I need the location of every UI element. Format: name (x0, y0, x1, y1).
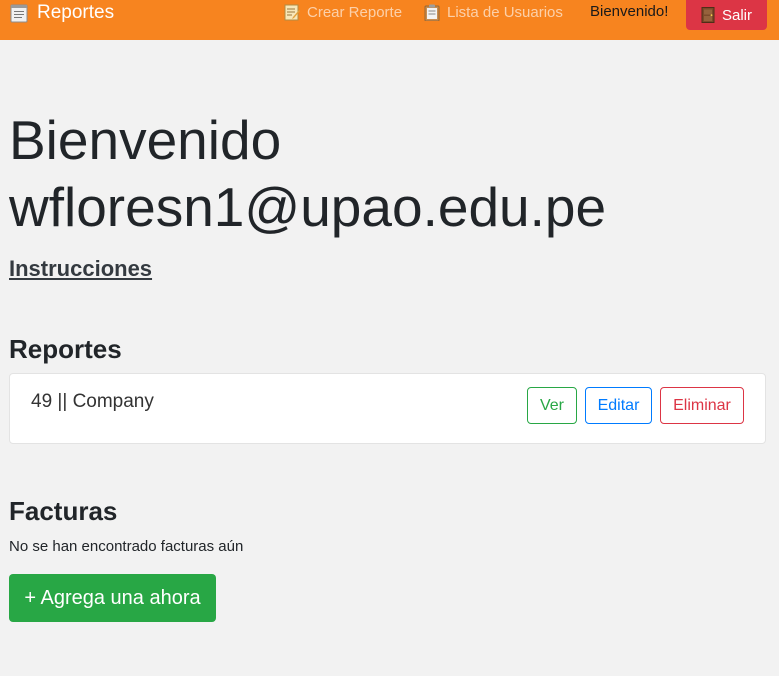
nav-link-label: Crear Reporte (307, 4, 403, 21)
instructions-link[interactable]: Instrucciones (9, 256, 152, 282)
nav-lista-usuarios[interactable]: Lista de Usuarios (424, 4, 563, 22)
navbar-brand[interactable]: Reportes (10, 2, 114, 24)
memo-icon (284, 4, 300, 21)
welcome-heading: Bienvenido wfloresn1@upao.edu.pe (9, 107, 606, 241)
view-button[interactable]: Ver (527, 387, 577, 424)
clipboard-icon (424, 4, 440, 22)
reportes-heading: Reportes (9, 334, 122, 364)
delete-button[interactable]: Eliminar (660, 387, 744, 424)
report-card: 49 || Company Ver Editar Eliminar (9, 373, 766, 444)
navbar: Reportes Crear Reporte Lista de Usuarios (0, 0, 779, 40)
welcome-heading-email: wfloresn1@upao.edu.pe (9, 176, 607, 238)
notepad-icon (10, 3, 28, 23)
logout-label: Salir (721, 6, 752, 24)
door-icon (701, 7, 715, 23)
brand-label: Reportes (37, 2, 115, 23)
logout-button[interactable]: Salir (686, 0, 767, 30)
edit-button[interactable]: Editar (585, 387, 652, 424)
welcome-heading-line1: Bienvenido (9, 109, 282, 171)
facturas-empty-message: No se han encontrado facturas aún (9, 538, 244, 555)
nav-crear-reporte[interactable]: Crear Reporte (284, 4, 402, 21)
add-factura-button[interactable]: + Agrega una ahora (9, 574, 216, 622)
facturas-heading: Facturas (9, 496, 118, 526)
nav-link-label: Lista de Usuarios (447, 4, 563, 21)
report-title: 49 || Company (31, 391, 154, 412)
welcome-text: Bienvenido! (590, 3, 669, 20)
